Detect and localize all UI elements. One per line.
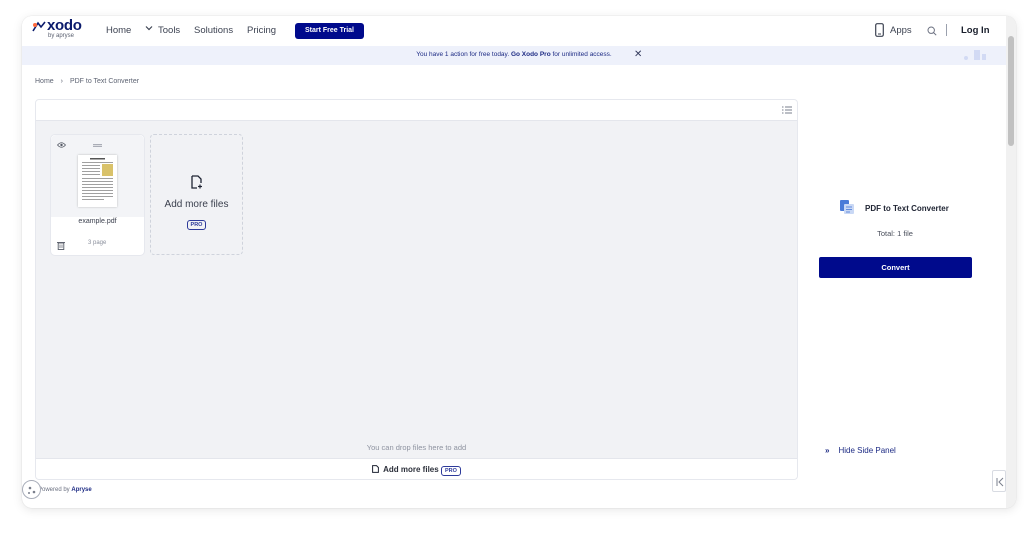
login-link[interactable]: Log In (961, 25, 990, 36)
go-pro-link[interactable]: Go Xodo Pro (511, 51, 551, 58)
scrollbar-thumb[interactable] (1008, 36, 1014, 146)
breadcrumb-home[interactable]: Home (35, 78, 54, 85)
breadcrumb: Home › PDF to Text Converter (35, 78, 144, 85)
breadcrumb-separator: › (60, 78, 63, 85)
pdf-thumbnail-icon (78, 155, 117, 207)
pro-badge: PRO (440, 466, 461, 476)
logo-text: xodo (47, 17, 82, 34)
nav-solutions[interactable]: Solutions (194, 25, 233, 36)
trash-icon[interactable] (57, 241, 65, 250)
workspace-footer: Add more files PRO (36, 458, 797, 479)
eye-icon[interactable] (57, 142, 66, 148)
pro-badge: PRO (186, 220, 207, 230)
file-preview (51, 135, 144, 217)
apps-link[interactable]: Apps (890, 25, 912, 36)
nav-pricing[interactable]: Pricing (247, 25, 276, 36)
page-scrollbar[interactable] (1006, 16, 1016, 508)
add-more-files-button[interactable]: Add more files PRO (36, 465, 797, 476)
chevron-down-icon[interactable] (145, 24, 153, 32)
start-free-trial-button[interactable]: Start Free Trial (295, 23, 364, 39)
file-card[interactable]: example.pdf 3 page (50, 134, 145, 256)
tool-title: PDF to Text Converter (865, 204, 949, 213)
banner-close-button[interactable]: ✕ (634, 49, 642, 60)
breadcrumb-current: PDF to Text Converter (69, 78, 140, 85)
logo-mark-icon (32, 21, 46, 32)
powered-by-prefix: Powered by (38, 487, 70, 493)
phone-icon[interactable] (875, 23, 884, 37)
banner-suffix: for unlimited access. (552, 51, 612, 58)
list-view-icon[interactable] (782, 105, 792, 115)
nav-tools[interactable]: Tools (158, 25, 180, 36)
nav-home[interactable]: Home (106, 25, 131, 36)
add-more-files-label: Add more files (164, 199, 229, 210)
file-icon (372, 465, 380, 473)
add-more-files-button-label: Add more files (383, 465, 439, 474)
drop-hint: You can drop files here to add (366, 443, 467, 452)
powered-by: Powered by Apryse (38, 487, 92, 493)
workspace-toolbar (36, 100, 797, 121)
hide-side-panel-label: Hide Side Panel (838, 446, 896, 455)
banner-message: You have 1 action for free today. Go Xod… (22, 51, 1006, 58)
drag-handle-icon[interactable] (93, 144, 102, 147)
convert-button[interactable]: Convert (819, 257, 972, 278)
search-icon[interactable] (927, 26, 937, 36)
pdf-to-text-icon (840, 200, 854, 214)
cookie-icon[interactable] (22, 480, 41, 499)
apryse-link[interactable]: Apryse (71, 487, 91, 493)
header-divider (946, 24, 947, 36)
promo-banner: You have 1 action for free today. Go Xod… (22, 46, 1006, 65)
file-workspace: example.pdf 3 page Add more files PRO Yo… (35, 99, 798, 480)
hide-side-panel-button[interactable]: » Hide Side Panel (825, 446, 896, 455)
add-file-icon (191, 175, 202, 189)
add-more-files-tile[interactable]: Add more files PRO (150, 134, 243, 255)
xodo-logo[interactable]: xodo by apryse (32, 17, 82, 43)
file-page-count: 3 page (88, 240, 107, 246)
app-window: xodo by apryse Home Tools Solutions Pric… (22, 16, 1016, 508)
logo-subtitle: by apryse (48, 33, 75, 39)
collapse-panel-icon[interactable] (992, 470, 1006, 492)
file-total: Total: 1 file (877, 229, 913, 238)
banner-prefix: You have 1 action for free today. (416, 51, 510, 58)
banner-decoration-icon (964, 50, 986, 60)
top-nav: xodo by apryse Home Tools Solutions Pric… (22, 16, 1006, 46)
double-chevron-right-icon: » (825, 446, 830, 455)
file-name: example.pdf (78, 218, 117, 225)
